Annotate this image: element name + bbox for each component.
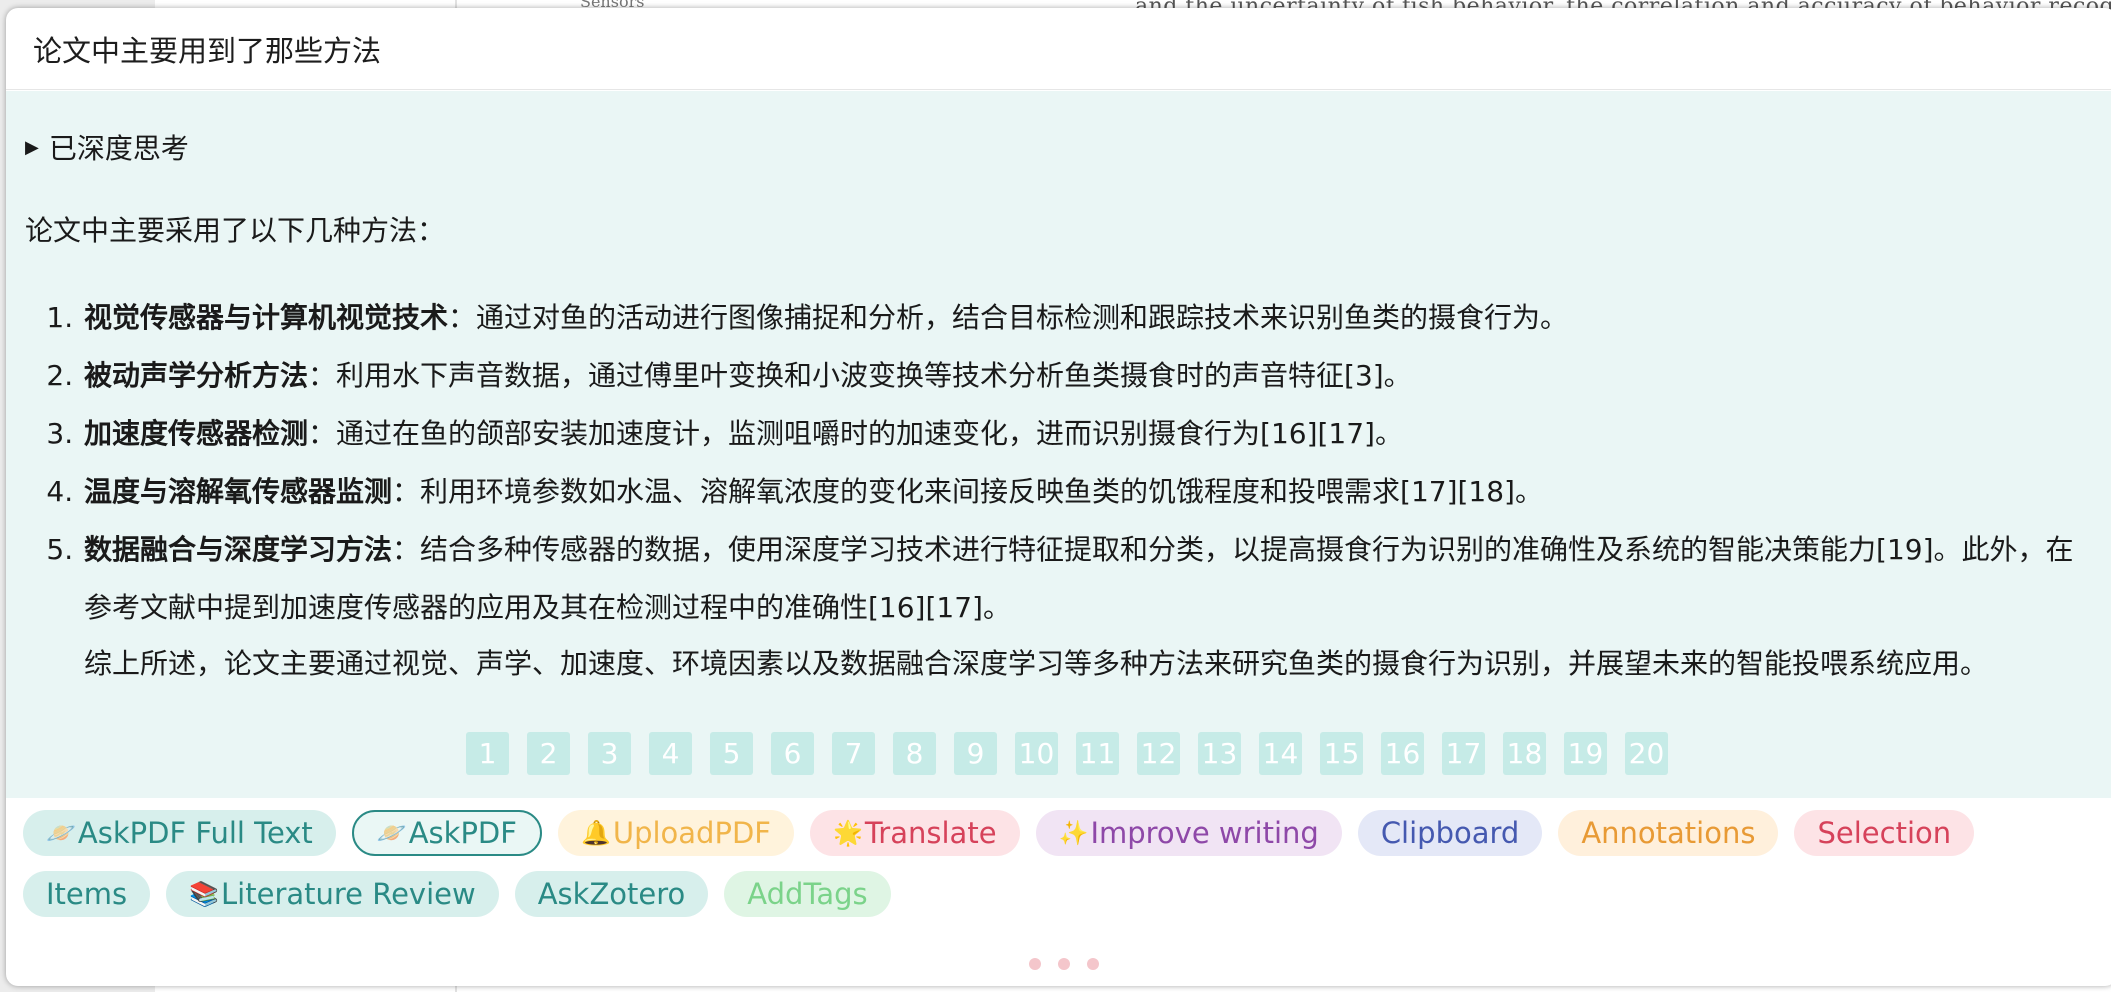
annotations-label: Annotations xyxy=(1581,816,1756,850)
list-item: 被动声学分析方法：利用水下声音数据，通过傅里叶变换和小波变换等技术分析鱼类摄食时… xyxy=(82,347,2093,405)
list-item: 加速度传感器检测：通过在鱼的颌部安装加速度计，监测咀嚼时的加速变化，进而识别摄食… xyxy=(82,405,2093,463)
page-button-8[interactable]: 8 xyxy=(893,732,936,775)
method-text: ：通过在鱼的颌部安装加速度计，监测咀嚼时的加速变化，进而识别摄食行为[16][1… xyxy=(308,417,1403,450)
askpdf-button[interactable]: 🪐 AskPDF xyxy=(351,810,542,856)
chip-row-1: 🪐 AskPDF Full Text 🪐 AskPDF 🔔 UploadPDF … xyxy=(23,810,2103,856)
page-reference-buttons: 1 2 3 4 5 6 7 8 9 10 11 12 13 14 15 16 1… xyxy=(466,732,1668,775)
chat-popup-panel: 论文中主要用到了那些方法 ▶ 已深度思考 论文中主要采用了以下几种方法： 视觉传… xyxy=(6,8,2117,986)
method-title: 视觉传感器与计算机视觉技术 xyxy=(84,301,449,334)
page-button-3[interactable]: 3 xyxy=(588,732,631,775)
askpdf-full-text-label: AskPDF Full Text xyxy=(77,816,313,850)
items-label: Items xyxy=(46,877,128,911)
translate-button[interactable]: 🌟 Translate xyxy=(809,810,1020,856)
question-text: 论文中主要用到了那些方法 xyxy=(33,33,382,68)
page-button-17[interactable]: 17 xyxy=(1442,732,1485,775)
page-button-19[interactable]: 19 xyxy=(1564,732,1607,775)
expand-triangle-icon: ▶ xyxy=(25,136,39,158)
clipboard-label: Clipboard xyxy=(1380,816,1520,850)
selection-label: Selection xyxy=(1817,816,1952,850)
askzotero-label: AskZotero xyxy=(537,877,686,911)
addtags-label: AddTags xyxy=(747,877,868,911)
chip-row-2: Items 📚 Literature Review AskZotero AddT… xyxy=(23,871,2103,917)
sparkles-icon: ✨ xyxy=(1058,819,1089,847)
action-chips: 🪐 AskPDF Full Text 🪐 AskPDF 🔔 UploadPDF … xyxy=(23,810,2103,932)
background-right-edge xyxy=(2111,0,2125,992)
answer-area: ▶ 已深度思考 论文中主要采用了以下几种方法： 视觉传感器与计算机视觉技术：通过… xyxy=(6,91,2117,798)
dot xyxy=(1087,958,1099,970)
page-button-15[interactable]: 15 xyxy=(1320,732,1363,775)
askpdf-full-text-button[interactable]: 🪐 AskPDF Full Text xyxy=(23,810,336,856)
deep-thinking-label: 已深度思考 xyxy=(48,132,189,165)
improve-writing-label: Improve writing xyxy=(1090,816,1319,850)
translate-label: Translate xyxy=(864,816,997,850)
page-button-14[interactable]: 14 xyxy=(1259,732,1302,775)
items-button[interactable]: Items xyxy=(23,871,151,917)
methods-list: 视觉传感器与计算机视觉技术：通过对鱼的活动进行图像捕捉和分析，结合目标检测和跟踪… xyxy=(25,289,2093,637)
list-item: 数据融合与深度学习方法：结合多种传感器的数据，使用深度学习技术进行特征提取和分类… xyxy=(82,521,2093,637)
literature-review-button[interactable]: 📚 Literature Review xyxy=(166,871,499,917)
page-button-6[interactable]: 6 xyxy=(771,732,814,775)
dot xyxy=(1029,958,1041,970)
page-button-4[interactable]: 4 xyxy=(649,732,692,775)
books-icon: 📚 xyxy=(189,880,220,908)
answer-summary: 综上所述，论文主要通过视觉、声学、加速度、环境因素以及数据融合深度学习等多种方法… xyxy=(84,647,1989,680)
page-button-12[interactable]: 12 xyxy=(1137,732,1180,775)
clipboard-button[interactable]: Clipboard xyxy=(1357,810,1543,856)
page-button-9[interactable]: 9 xyxy=(954,732,997,775)
page-button-16[interactable]: 16 xyxy=(1381,732,1424,775)
method-title: 数据融合与深度学习方法 xyxy=(84,533,393,566)
page-button-1[interactable]: 1 xyxy=(466,732,509,775)
list-item: 温度与溶解氧传感器监测：利用环境参数如水温、溶解氧浓度的变化来间接反映鱼类的饥饿… xyxy=(82,463,2093,521)
star-icon: 🌟 xyxy=(832,819,863,847)
page-button-20[interactable]: 20 xyxy=(1625,732,1668,775)
improve-writing-button[interactable]: ✨ Improve writing xyxy=(1035,810,1342,856)
page-button-10[interactable]: 10 xyxy=(1015,732,1058,775)
page-button-18[interactable]: 18 xyxy=(1503,732,1546,775)
selection-button[interactable]: Selection xyxy=(1794,810,1975,856)
loading-dots-icon xyxy=(1029,958,1099,970)
literature-review-label: Literature Review xyxy=(221,877,476,911)
page-button-2[interactable]: 2 xyxy=(527,732,570,775)
page-button-7[interactable]: 7 xyxy=(832,732,875,775)
page-button-13[interactable]: 13 xyxy=(1198,732,1241,775)
addtags-button[interactable]: AddTags xyxy=(724,871,891,917)
method-text: ：通过对鱼的活动进行图像捕捉和分析，结合目标检测和跟踪技术来识别鱼类的摄食行为。 xyxy=(448,301,1569,334)
method-text: ：利用环境参数如水温、溶解氧浓度的变化来间接反映鱼类的饥饿程度和投喂需求[17]… xyxy=(392,475,1543,508)
askpdf-label: AskPDF xyxy=(408,816,517,850)
uploadpdf-button[interactable]: 🔔 UploadPDF xyxy=(557,810,794,856)
method-text: ：利用水下声音数据，通过傅里叶变换和小波变换等技术分析鱼类摄食时的声音特征[3]… xyxy=(308,359,1412,392)
page-button-11[interactable]: 11 xyxy=(1076,732,1119,775)
planet-icon: 🪐 xyxy=(46,819,76,847)
annotations-button[interactable]: Annotations xyxy=(1558,810,1779,856)
method-title: 温度与溶解氧传感器监测 xyxy=(84,475,393,508)
bell-icon: 🔔 xyxy=(580,819,611,847)
deep-thinking-toggle[interactable]: ▶ 已深度思考 xyxy=(25,127,2093,167)
method-title: 被动声学分析方法 xyxy=(84,359,309,392)
askzotero-button[interactable]: AskZotero xyxy=(514,871,709,917)
method-title: 加速度传感器检测 xyxy=(84,417,309,450)
answer-intro: 论文中主要采用了以下几种方法： xyxy=(25,214,446,247)
uploadpdf-label: UploadPDF xyxy=(612,816,771,850)
list-item: 视觉传感器与计算机视觉技术：通过对鱼的活动进行图像捕捉和分析，结合目标检测和跟踪… xyxy=(82,289,2093,347)
page-button-5[interactable]: 5 xyxy=(710,732,753,775)
question-header: 论文中主要用到了那些方法 xyxy=(6,8,2117,90)
planet-icon: 🪐 xyxy=(376,819,407,847)
dot xyxy=(1058,958,1070,970)
